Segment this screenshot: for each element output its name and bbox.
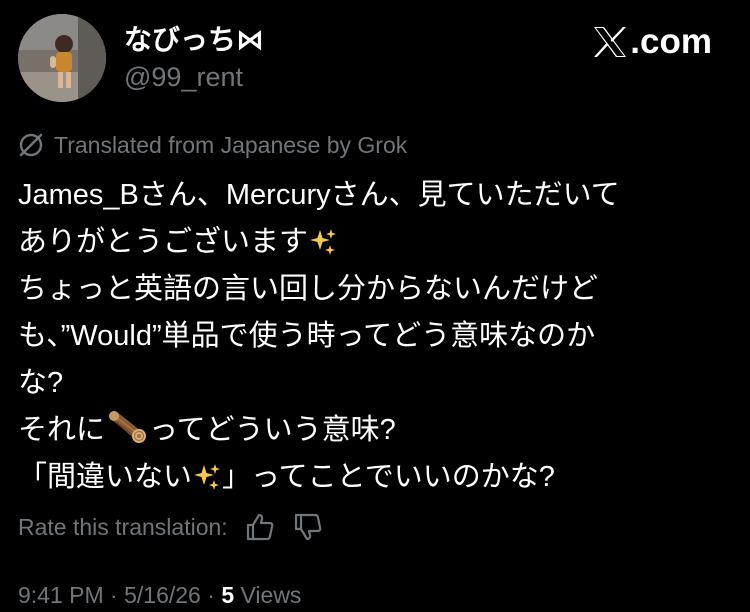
- rate-translation: Rate this translation:: [18, 510, 324, 544]
- avatar[interactable]: [18, 14, 106, 102]
- translation-notice: Translated from Japanese by Grok: [18, 130, 407, 160]
- thumbs-up-icon: [246, 513, 274, 541]
- tweet-date[interactable]: 5/16/26: [124, 582, 201, 608]
- tweet-line: James_Bさん、Mercuryさん、見ていただいて: [18, 179, 620, 211]
- x-icon: [594, 27, 627, 57]
- tweet-line: それに ってどういう意味?: [18, 407, 734, 454]
- thumbs-down-icon: [294, 513, 322, 541]
- views-label: Views: [240, 582, 302, 608]
- rate-label: Rate this translation:: [18, 513, 228, 540]
- meta-separator: ·: [207, 582, 215, 608]
- sparkles-icon: [192, 462, 222, 492]
- x-logo: .com: [592, 22, 712, 62]
- thumbs-down-button[interactable]: [292, 511, 324, 543]
- tweet-time[interactable]: 9:41 PM: [18, 582, 104, 608]
- user-handle[interactable]: @99_rent: [124, 60, 243, 94]
- tweet-line: ありがとうございます: [18, 219, 734, 266]
- tweet-meta: 9:41 PM · 5/16/26 · 5 Views: [18, 578, 301, 612]
- display-name[interactable]: なびっち⋈: [124, 22, 264, 58]
- tweet-line: ちょっと英語の言い回し分からないんだけど: [18, 273, 599, 305]
- tweet-line: も、”Would”単品で使う時ってどう意味なのか: [18, 320, 596, 352]
- meta-separator: ·: [110, 582, 118, 608]
- tweet-line: 「間違いない 」ってことでいいのかな?: [18, 461, 555, 493]
- thumbs-up-button[interactable]: [244, 511, 276, 543]
- tweet-header: なびっち⋈ @99_rent .com: [18, 14, 732, 106]
- x-logo-text: .com: [630, 22, 712, 61]
- sparkles-icon: [308, 227, 338, 257]
- wood-log-icon: [105, 409, 149, 445]
- views-count: 5: [221, 582, 235, 608]
- tweet-text: James_Bさん、Mercuryさん、見ていただいて ありがとうございます ち…: [18, 172, 734, 501]
- translation-label: Translated from Japanese by Grok: [54, 131, 408, 158]
- tweet-line: な?: [18, 367, 64, 399]
- grok-icon: [19, 133, 43, 157]
